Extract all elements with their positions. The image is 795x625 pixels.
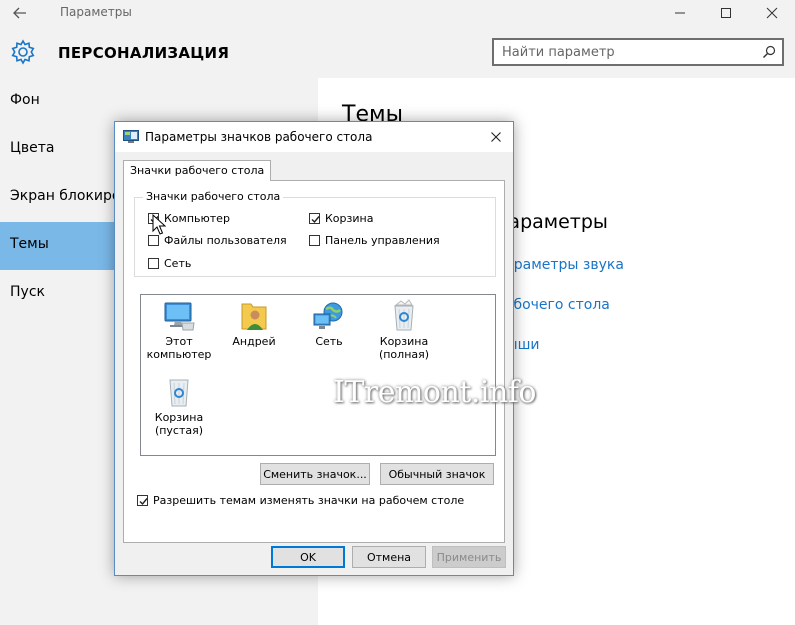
gear-icon bbox=[10, 39, 36, 65]
checkbox-box[interactable] bbox=[148, 235, 159, 246]
icon-item-this-pc[interactable]: Этот компьютер bbox=[144, 299, 214, 361]
checkbox-label: Корзина bbox=[325, 212, 374, 225]
sidebar-item-label: Фон bbox=[10, 92, 40, 108]
ok-button[interactable]: OK bbox=[271, 546, 345, 568]
group-label: Значки рабочего стола bbox=[143, 190, 284, 203]
sidebar-item-background[interactable]: Фон bbox=[0, 78, 318, 126]
icon-item-user-folder[interactable]: Андрей bbox=[219, 299, 289, 348]
checkbox-label: Компьютер bbox=[164, 212, 230, 225]
window-title: Параметры bbox=[60, 5, 132, 19]
cancel-button[interactable]: Отмена bbox=[352, 546, 426, 568]
close-icon bbox=[766, 7, 778, 19]
checkbox-label: Файлы пользователя bbox=[164, 234, 287, 247]
close-window-button[interactable] bbox=[749, 0, 795, 26]
icon-caption: Этот компьютер bbox=[146, 335, 212, 361]
search-box[interactable] bbox=[492, 38, 784, 66]
icon-item-network[interactable]: Сеть bbox=[294, 299, 364, 348]
mouse-cursor-icon bbox=[152, 214, 166, 235]
change-icon-button[interactable]: Сменить значок... bbox=[260, 463, 370, 485]
icon-list[interactable]: Этот компьютер Андрей Сеть Корзина (полн… bbox=[140, 294, 496, 456]
desktop-icons-group: Значки рабочего стола Компьютер Корзина … bbox=[134, 190, 496, 277]
icon-caption: Корзина (полная) bbox=[378, 335, 430, 361]
back-arrow-icon[interactable] bbox=[10, 3, 30, 23]
check-mark-icon bbox=[139, 498, 148, 506]
desktop-settings-icon bbox=[123, 130, 139, 143]
checkbox-box[interactable] bbox=[309, 235, 320, 246]
icon-item-recycle-bin-full[interactable]: Корзина (полная) bbox=[369, 299, 439, 361]
minimize-button[interactable] bbox=[657, 0, 703, 26]
checkbox-box[interactable] bbox=[137, 495, 148, 506]
dialog-titlebar: Параметры значков рабочего стола bbox=[115, 122, 513, 152]
icon-caption: Корзина (пустая) bbox=[154, 411, 204, 437]
checkbox-label: Сеть bbox=[164, 257, 192, 270]
checkbox-label: Панель управления bbox=[325, 234, 440, 247]
dialog-close-button[interactable] bbox=[485, 126, 507, 148]
recycle-bin-empty-icon bbox=[169, 379, 189, 407]
computer-icon bbox=[164, 302, 195, 331]
tab-panel: Значки рабочего стола Компьютер Корзина … bbox=[123, 180, 505, 543]
apply-button: Применить bbox=[432, 546, 506, 568]
sidebar-item-label: Темы bbox=[10, 236, 49, 252]
section-title: ПЕРСОНАЛИЗАЦИЯ bbox=[58, 44, 230, 62]
tab-desktop-icons[interactable]: Значки рабочего стола bbox=[123, 160, 272, 181]
desktop-icon-settings-dialog: Параметры значков рабочего стола Значки … bbox=[114, 121, 514, 576]
search-icon[interactable] bbox=[762, 45, 776, 59]
checkbox-label: Разрешить темам изменять значки на рабоч… bbox=[153, 494, 465, 507]
sound-settings-link[interactable]: параметры звука bbox=[496, 257, 624, 273]
restore-default-button[interactable]: Обычный значок bbox=[380, 463, 494, 485]
settings-titlebar: Параметры bbox=[0, 0, 795, 26]
dialog-title: Параметры значков рабочего стола bbox=[145, 130, 373, 144]
icon-caption: Андрей bbox=[232, 335, 276, 348]
maximize-button[interactable] bbox=[703, 0, 749, 26]
check-mark-icon bbox=[311, 216, 320, 224]
maximize-icon bbox=[721, 8, 731, 18]
checkbox-box[interactable] bbox=[148, 258, 159, 269]
icon-item-recycle-bin-empty[interactable]: Корзина (пустая) bbox=[144, 375, 214, 437]
minimize-icon bbox=[675, 12, 685, 14]
search-input[interactable] bbox=[502, 43, 752, 61]
network-icon bbox=[313, 302, 343, 329]
user-folder-icon bbox=[241, 303, 267, 330]
sidebar-item-label: Цвета bbox=[10, 140, 55, 156]
sidebar-item-label: Пуск bbox=[10, 284, 45, 300]
recycle-bin-full-icon bbox=[394, 299, 414, 331]
icon-caption: Сеть bbox=[315, 335, 343, 348]
settings-header: ПЕРСОНАЛИЗАЦИЯ bbox=[0, 26, 795, 78]
checkbox-box[interactable] bbox=[309, 213, 320, 224]
close-icon bbox=[491, 132, 501, 142]
